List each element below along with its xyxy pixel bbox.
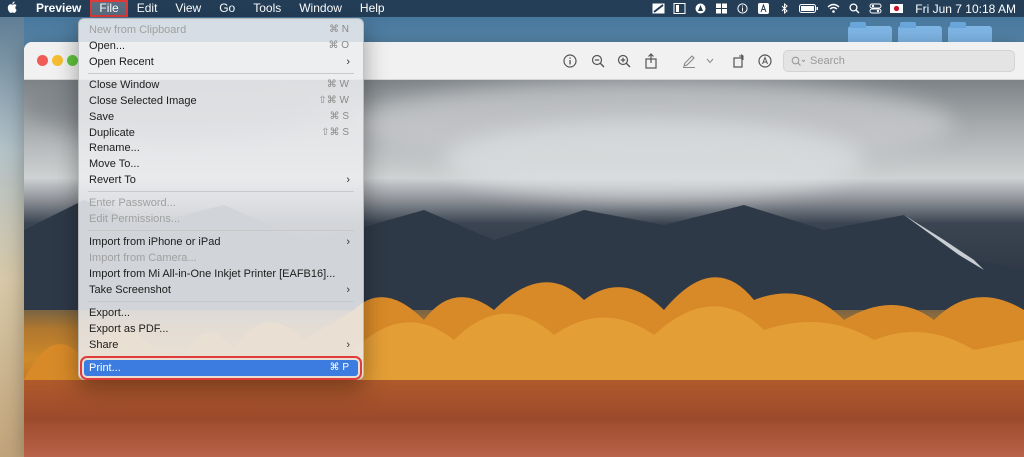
text-input-icon[interactable] [757, 3, 770, 14]
menu-item-close-selected-image[interactable]: Close Selected Image ⇧⌘ W [84, 93, 358, 109]
menu-item-export-pdf[interactable]: Export as PDF... [84, 321, 358, 337]
close-window-button[interactable] [37, 55, 48, 66]
menu-item-print[interactable]: Print... ⌘ P [80, 356, 362, 380]
drop-icon[interactable] [694, 3, 707, 14]
menu-item-import-printer[interactable]: Import from Mi All-in-One Inkjet Printer… [84, 266, 358, 282]
menu-item-save[interactable]: Save ⌘ S [84, 109, 358, 125]
chevron-right-icon: › [346, 174, 350, 186]
menu-separator [88, 191, 354, 192]
menu-help[interactable]: Help [351, 0, 394, 17]
wifi-icon[interactable] [827, 3, 840, 14]
chevron-right-icon: › [346, 284, 350, 296]
menu-item-open-recent[interactable]: Open Recent › [84, 54, 358, 70]
focus-icon[interactable] [652, 3, 665, 14]
menu-item-move-to[interactable]: Move To... [84, 156, 358, 172]
menu-separator [88, 301, 354, 302]
menu-item-open[interactable]: Open... ⌘ O [84, 38, 358, 54]
menu-separator [88, 356, 354, 357]
menu-window[interactable]: Window [290, 0, 351, 17]
meadow [24, 380, 1024, 457]
zoom-out-icon[interactable] [589, 52, 607, 70]
menu-item-enter-password: Enter Password... [89, 197, 176, 209]
menu-item-import-iphone[interactable]: Import from iPhone or iPad › [84, 234, 358, 250]
menu-item-rename[interactable]: Rename... [84, 140, 358, 156]
grid-icon[interactable] [715, 3, 728, 14]
control-center-icon[interactable] [869, 3, 882, 14]
chevron-right-icon: › [346, 56, 350, 68]
menu-item-edit-permissions: Edit Permissions... [89, 213, 181, 225]
menu-view[interactable]: View [166, 0, 210, 17]
menu-edit[interactable]: Edit [128, 0, 167, 17]
search-icon [791, 56, 805, 66]
share-icon[interactable] [642, 52, 660, 70]
menu-item-duplicate[interactable]: Duplicate ⇧⌘ S [84, 125, 358, 141]
search-placeholder: Search [810, 55, 845, 67]
menubar-clock[interactable]: Fri Jun 7 10:18 AM [907, 2, 1016, 16]
bluetooth-icon[interactable] [778, 2, 791, 15]
menu-item-close-window[interactable]: Close Window ⌘ W [84, 77, 358, 93]
search-field[interactable]: Search [783, 50, 1015, 72]
file-menu-dropdown: New from Clipboard ⌘ N Open... ⌘ O Open Re… [78, 18, 364, 380]
menu-item-export[interactable]: Export... [84, 305, 358, 321]
menu-item-import-camera: Import from Camera... [89, 252, 197, 264]
menu-item-revert-to[interactable]: Revert To › [84, 172, 358, 188]
rotate-icon[interactable] [730, 52, 748, 70]
flag-icon[interactable] [890, 3, 904, 14]
menu-file[interactable]: File [90, 0, 128, 17]
menu-tools[interactable]: Tools [244, 0, 290, 17]
menu-separator [88, 230, 354, 231]
menu-separator [88, 73, 354, 74]
menu-go[interactable]: Go [210, 0, 244, 17]
info-icon[interactable] [561, 52, 579, 70]
chevron-right-icon: › [346, 236, 350, 248]
minimize-window-button[interactable] [52, 55, 63, 66]
apple-icon[interactable] [0, 1, 24, 16]
markup-icon[interactable] [680, 52, 698, 70]
background-image [0, 17, 24, 457]
notes-icon[interactable] [673, 3, 686, 14]
info-icon[interactable] [736, 3, 749, 14]
menu-item-share[interactable]: Share › [84, 337, 358, 353]
annotate-icon[interactable] [756, 52, 774, 70]
status-area: Fri Jun 7 10:18 AM [648, 2, 1024, 16]
zoom-window-button[interactable] [67, 55, 78, 66]
chevron-down-icon[interactable] [704, 52, 716, 70]
menu-item-take-screenshot[interactable]: Take Screenshot › [84, 282, 358, 298]
zoom-in-icon[interactable] [615, 52, 633, 70]
menu-app-name[interactable]: Preview [24, 0, 90, 17]
chevron-right-icon: › [346, 339, 350, 351]
menu-item-new-from-clipboard: New from Clipboard ⌘ N [89, 24, 349, 36]
search-icon[interactable] [848, 3, 861, 14]
battery-icon[interactable] [799, 3, 819, 14]
menu-bar: Preview File Edit View Go Tools Window H… [0, 0, 1024, 17]
